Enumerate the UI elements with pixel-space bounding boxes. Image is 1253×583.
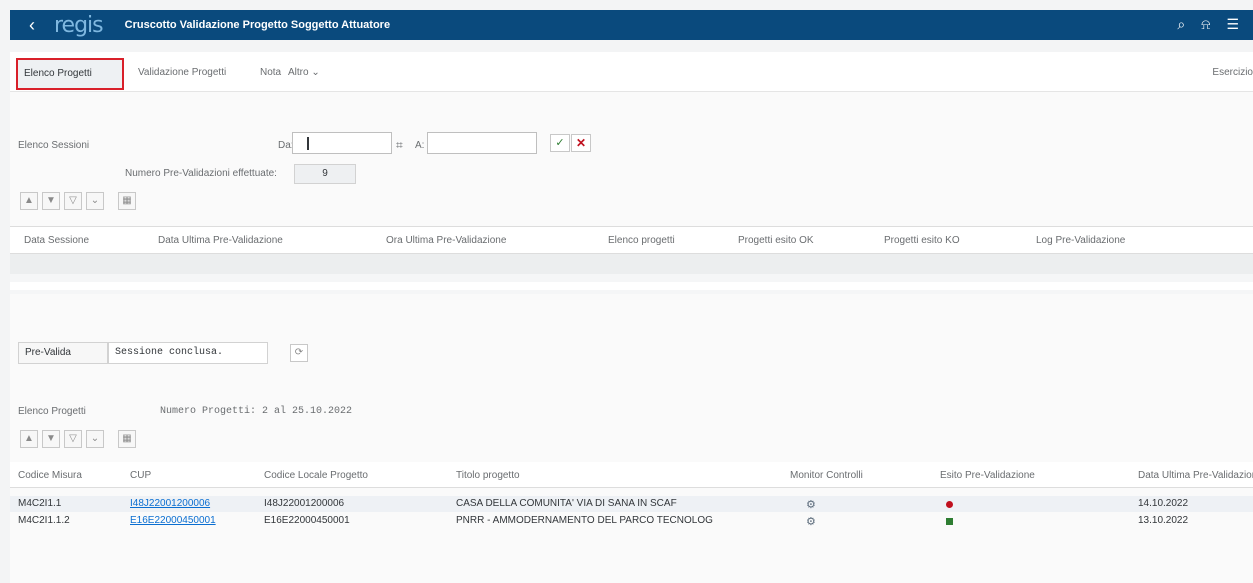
- sessions-header-col-7: Log Pre-Validazione: [1036, 235, 1126, 246]
- calendar-icon[interactable]: ⌗: [396, 138, 403, 153]
- pre-valida-button[interactable]: Pre-Valida: [18, 342, 108, 364]
- monitor-controlli-icon[interactable]: ⚙: [806, 498, 816, 511]
- tab-nota[interactable]: Nota: [260, 62, 281, 84]
- sessions-empty-row: [10, 254, 1253, 274]
- projects-header-col-5: Monitor Controlli: [790, 470, 863, 481]
- titolo-progetto-cell: CASA DELLA COMUNITA' VIA DI SANA IN SCAF: [456, 498, 677, 509]
- esito-ko-icon: [946, 501, 953, 508]
- toolbar: Elenco Progetti Validazione Progetti Not…: [10, 52, 1253, 92]
- projects-header-col-2: CUP: [130, 470, 152, 481]
- codice-misura-cell: M4C2I1.1.2: [18, 515, 70, 526]
- sessions-table-header: Data Sessione Data Ultima Pre-Validazion…: [10, 226, 1253, 254]
- session-status-field: Sessione conclusa.: [108, 342, 268, 364]
- tab-altro[interactable]: Altro ⌄: [288, 62, 320, 84]
- prevalidazioni-count-label: Numero Pre-Validazioni effettuate:: [125, 168, 277, 179]
- projects-header-col-3: Codice Locale Progetto: [264, 470, 368, 481]
- date-to-label: A:: [415, 140, 425, 151]
- tab-elenco-progetti[interactable]: Elenco Progetti: [16, 58, 124, 90]
- section-divider: [10, 282, 1253, 290]
- sessions-header-col-5: Progetti esito OK: [738, 235, 814, 246]
- app-logo: regis: [54, 12, 104, 38]
- refresh-icon[interactable]: ⟳: [290, 344, 308, 362]
- page-title: Cruscotto Validazione Progetto Soggetto …: [124, 19, 391, 31]
- sessions-header-col-4: Elenco progetti: [608, 235, 675, 246]
- shell-bar: ‹ regis Cruscotto Validazione Progetto S…: [10, 10, 1253, 40]
- cup-link[interactable]: I48J22001200006: [130, 498, 210, 509]
- search-icon[interactable]: ⌕: [1177, 16, 1185, 33]
- text-cursor: [307, 137, 309, 150]
- esito-ok-icon: [946, 518, 953, 525]
- tab-altro-label: Altro: [288, 67, 309, 78]
- chevron-down-icon[interactable]: ⌄: [86, 192, 104, 210]
- elenco-sessioni-label: Elenco Sessioni: [18, 140, 90, 151]
- data-ultima-cell: 13.10.2022: [1138, 515, 1189, 526]
- bell-icon[interactable]: ⍾: [1201, 16, 1210, 33]
- sessions-header-col-3: Ora Ultima Pre-Validazione: [386, 235, 507, 246]
- sessions-header-col-2: Data Ultima Pre-Validazione: [158, 235, 283, 246]
- monitor-controlli-icon[interactable]: ⚙: [806, 515, 816, 528]
- date-to-input[interactable]: [427, 132, 537, 154]
- sessions-header-col-6: Progetti esito KO: [884, 235, 960, 246]
- projects-header-col-6: Esito Pre-Validazione: [940, 470, 1035, 481]
- cup-link[interactable]: E16E22000450001: [130, 515, 216, 526]
- tab-esercizio[interactable]: Esercizio: [1212, 62, 1253, 84]
- export-icon[interactable]: ▦: [118, 192, 136, 210]
- confirm-icon[interactable]: ✓: [550, 134, 570, 152]
- chevron-down-icon[interactable]: ⌄: [86, 430, 104, 448]
- codice-locale-cell: E16E22000450001: [264, 515, 350, 526]
- sessions-header-col-1: Data Sessione: [24, 235, 90, 246]
- table-row[interactable]: M4C2I1.1.2 E16E22000450001 E16E220004500…: [10, 513, 1253, 529]
- elenco-progetti-label: Elenco Progetti: [18, 406, 86, 417]
- back-icon[interactable]: ‹: [10, 15, 54, 36]
- projects-header-col-1: Codice Misura: [18, 470, 82, 481]
- table-row[interactable]: M4C2I1.1 I48J22001200006 I48J22001200006…: [10, 496, 1253, 512]
- sort-ascending-icon[interactable]: ▲: [20, 430, 38, 448]
- chevron-down-icon: ⌄: [311, 67, 320, 78]
- data-ultima-cell: 14.10.2022: [1138, 498, 1189, 509]
- projects-header-col-4: Titolo progetto: [456, 470, 520, 481]
- filter-icon[interactable]: ▽: [64, 192, 82, 210]
- codice-misura-cell: M4C2I1.1: [18, 498, 62, 509]
- projects-table-header: Codice Misura CUP Codice Locale Progetto…: [10, 462, 1253, 488]
- projects-count-summary: Numero Progetti: 2 al 25.10.2022: [160, 406, 353, 417]
- user-icon[interactable]: ☰: [1226, 16, 1239, 33]
- projects-table-toolbar: ▲ ▼ ▽ ⌄ ▦: [20, 430, 136, 448]
- export-icon[interactable]: ▦: [118, 430, 136, 448]
- cancel-icon[interactable]: ✕: [571, 134, 591, 152]
- date-from-input[interactable]: [292, 132, 392, 154]
- projects-header-col-7: Data Ultima Pre-Validazione: [1138, 470, 1253, 481]
- sort-ascending-icon[interactable]: ▲: [20, 192, 38, 210]
- tab-validazione-progetti[interactable]: Validazione Progetti: [138, 62, 226, 84]
- titolo-progetto-cell: PNRR - AMMODERNAMENTO DEL PARCO TECNOLOG: [456, 515, 713, 526]
- sessions-table-toolbar: ▲ ▼ ▽ ⌄ ▦: [20, 192, 136, 210]
- filter-icon[interactable]: ▽: [64, 430, 82, 448]
- sort-descending-icon[interactable]: ▼: [42, 430, 60, 448]
- main-content: Elenco Sessioni Da: ⌗ A: ✓ ✕ Numero Pre-…: [10, 92, 1253, 583]
- prevalidazioni-count: 9: [294, 164, 356, 184]
- codice-locale-cell: I48J22001200006: [264, 498, 345, 509]
- sort-descending-icon[interactable]: ▼: [42, 192, 60, 210]
